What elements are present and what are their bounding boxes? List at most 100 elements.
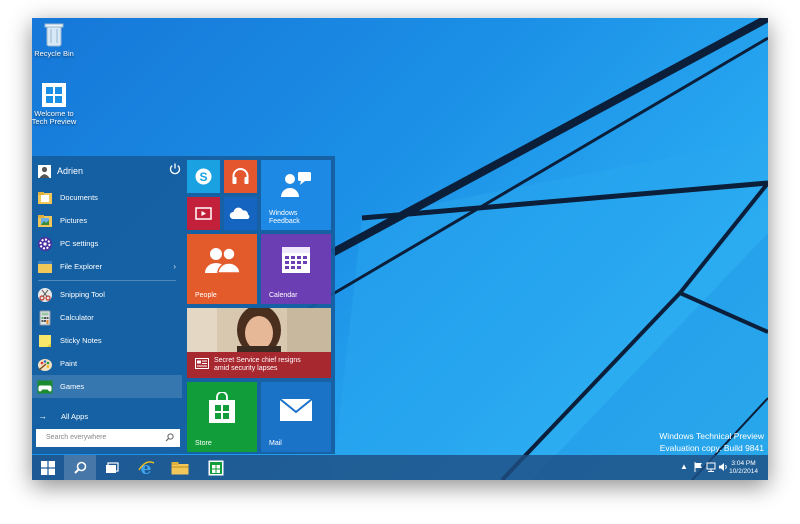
tile-label: People (195, 292, 217, 299)
file-explorer-button[interactable] (164, 455, 196, 480)
menu-item-label: Snipping Tool (60, 290, 105, 299)
menu-item-documents[interactable]: Documents (32, 186, 182, 209)
clock[interactable]: 3:04 PM 10/2/2014 (729, 460, 758, 476)
desktop-screen: Recycle Bin Welcome to Tech Preview Wind… (32, 18, 768, 480)
user-avatar-icon (38, 164, 51, 178)
all-apps-button[interactable]: → All Apps (38, 411, 88, 421)
newspaper-icon (195, 358, 209, 369)
tile-store[interactable]: Store (187, 382, 257, 452)
menu-item-games[interactable]: Games (32, 375, 182, 398)
task-view-icon (106, 461, 119, 473)
arrow-right-icon: → (38, 411, 47, 421)
gamepad-icon (37, 380, 53, 393)
watermark-line1: Windows Technical Preview (659, 431, 764, 441)
power-icon[interactable] (168, 162, 182, 176)
gear-icon (38, 236, 52, 251)
file-explorer-icon (38, 260, 52, 273)
menu-item-paint[interactable]: Paint (32, 352, 182, 375)
menu-item-file-explorer[interactable]: File Explorer › (32, 255, 182, 278)
menu-item-label: Paint (60, 359, 78, 368)
people-icon (205, 247, 240, 274)
all-apps-label: All Apps (61, 411, 89, 421)
windows-start-icon (41, 460, 55, 475)
menu-item-snipping-tool[interactable]: Snipping Tool (32, 283, 182, 306)
menu-item-label: Sticky Notes (60, 336, 102, 345)
svg-text:S: S (199, 170, 207, 184)
store-button[interactable] (200, 455, 232, 480)
documents-folder-icon (38, 191, 52, 204)
menu-item-label: Games (60, 382, 85, 391)
news-photo (187, 308, 331, 352)
mail-envelope-icon (279, 398, 313, 421)
search-placeholder: Search everywhere (46, 434, 107, 441)
start-menu-list: Documents Pictures PC settings File Expl… (32, 186, 182, 398)
desktop-icon-label: Recycle Bin (34, 49, 74, 58)
internet-explorer-icon: e (138, 459, 155, 477)
watermark-line2: Evaluation copy. Build 9841 (659, 443, 764, 453)
menu-item-label: PC settings (60, 239, 99, 248)
clock-time: 3:04 PM (731, 460, 756, 467)
menu-item-label: Documents (60, 193, 98, 202)
menu-item-pictures[interactable]: Pictures (32, 209, 182, 232)
calculator-icon (39, 310, 51, 325)
desktop-icon-label-line2: Tech Preview (32, 117, 77, 126)
desktop-icon-recycle-bin[interactable]: Recycle Bin (32, 22, 84, 58)
news-headline-line2: amid security lapses (214, 365, 278, 372)
tile-calendar[interactable]: Calendar (261, 234, 331, 304)
tile-label: Calendar (269, 292, 298, 299)
clock-date: 10/2/2014 (729, 468, 758, 475)
onedrive-cloud-icon (229, 207, 250, 219)
sticky-notes-icon (39, 334, 51, 347)
search-icon (73, 461, 86, 474)
headphones-icon (232, 168, 249, 184)
taskbar: e (32, 455, 768, 480)
show-hidden-icons-chevron-icon[interactable]: ▲ (680, 462, 688, 471)
network-icon[interactable] (706, 462, 716, 472)
task-view-button[interactable] (96, 455, 128, 480)
store-bag-icon (209, 392, 235, 423)
menu-item-label: File Explorer (60, 262, 103, 271)
tile-windows-feedback[interactable]: Windows Feedback (261, 160, 331, 230)
skype-icon: S (195, 168, 212, 185)
pictures-folder-icon (38, 214, 52, 227)
chevron-right-icon[interactable]: › (173, 262, 176, 271)
store-icon (208, 460, 224, 475)
desktop-icon-welcome[interactable]: Welcome to Tech Preview (32, 82, 84, 126)
user-account-button[interactable]: Adrien (38, 162, 83, 180)
tile-skype[interactable]: S (187, 160, 220, 193)
action-center-flag-icon[interactable] (694, 462, 704, 472)
evaluation-watermark: Windows Technical Preview Evaluation cop… (659, 430, 764, 454)
tile-music[interactable] (224, 160, 257, 193)
menu-item-sticky-notes[interactable]: Sticky Notes (32, 329, 182, 352)
internet-explorer-button[interactable]: e (130, 455, 162, 480)
tile-label: Mail (269, 440, 282, 447)
menu-item-label: Calculator (60, 313, 94, 322)
menu-item-label: Pictures (60, 216, 88, 225)
menu-item-calculator[interactable]: Calculator (32, 306, 182, 329)
menu-divider (38, 280, 176, 281)
tile-video[interactable] (187, 197, 220, 230)
paint-palette-icon (38, 358, 52, 371)
tile-label-line2: Feedback (269, 218, 300, 225)
tile-mail[interactable]: Mail (261, 382, 331, 452)
folder-icon (171, 461, 189, 474)
feedback-person-icon (281, 172, 311, 197)
tile-news[interactable]: Secret Service chief resigns amid securit… (187, 308, 331, 378)
tile-people[interactable]: People (187, 234, 257, 304)
user-name: Adrien (57, 166, 84, 176)
scissors-icon (38, 287, 52, 302)
windows-logo-icon (42, 83, 66, 107)
news-headline-line1: Secret Service chief resigns (214, 357, 301, 364)
calendar-icon (282, 247, 310, 273)
tile-label: Store (195, 440, 212, 447)
recycle-bin-icon (44, 23, 64, 47)
search-input[interactable]: Search everywhere (36, 429, 180, 447)
taskbar-search-button[interactable] (64, 455, 96, 480)
menu-item-pc-settings[interactable]: PC settings (32, 232, 182, 255)
search-icon (165, 433, 174, 442)
volume-icon[interactable] (718, 462, 728, 472)
tile-label-line1: Windows (269, 210, 298, 217)
tile-onedrive[interactable] (224, 197, 257, 230)
start-button[interactable] (32, 455, 64, 480)
start-menu: Adrien Documents Pictures PC settings Fi… (32, 156, 335, 454)
